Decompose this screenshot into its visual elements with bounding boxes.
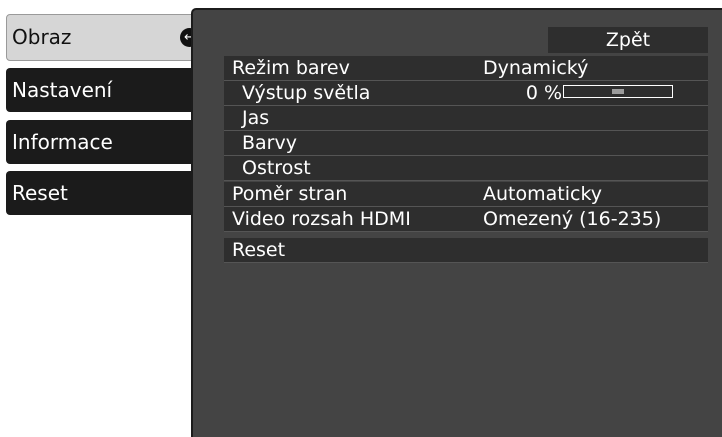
row-label: Ostrost <box>242 157 311 179</box>
row-value: Automaticky <box>483 183 603 205</box>
row-label: Barvy <box>242 132 297 154</box>
tab-nastaveni[interactable]: Nastavení <box>6 68 192 112</box>
row-label: Video rozsah HDMI <box>232 208 411 230</box>
tab-informace[interactable]: Informace <box>6 120 192 164</box>
menu-row-hdmi-range[interactable]: Video rozsah HDMI Omezený (16-235) <box>224 207 708 232</box>
back-button[interactable]: Zpět <box>548 27 708 53</box>
menu-row-sharpness[interactable]: Ostrost <box>224 156 708 181</box>
row-label: Výstup světla <box>242 82 371 104</box>
tab-reset[interactable]: Reset <box>6 171 192 215</box>
tab-label: Nastavení <box>12 78 113 102</box>
tab-obraz[interactable]: Obraz ↵ <box>6 14 206 61</box>
row-label: Reset <box>232 239 286 261</box>
menu-row-color-mode[interactable]: Režim barev Dynamický <box>224 56 708 81</box>
menu-row-aspect-ratio[interactable]: Poměr stran Automaticky <box>224 182 708 207</box>
row-label: Jas <box>242 107 270 129</box>
menu-row-brightness[interactable]: Jas <box>224 106 708 131</box>
menu-row-reset[interactable]: Reset <box>224 238 708 263</box>
slider-thumb[interactable] <box>612 89 624 94</box>
menu-row-light-output[interactable]: Výstup světla 0 % <box>224 81 708 106</box>
row-value: Omezený (16-235) <box>483 208 662 230</box>
row-label: Poměr stran <box>232 183 348 205</box>
row-label: Režim barev <box>232 57 350 79</box>
tab-label: Reset <box>12 181 68 205</box>
sidebar: Obraz ↵ Nastavení Informace Reset <box>0 0 206 437</box>
tab-label: Obraz <box>12 25 72 49</box>
tab-label: Informace <box>12 130 113 154</box>
menu-row-color[interactable]: Barvy <box>224 131 708 156</box>
row-value: 0 % <box>525 82 562 104</box>
light-output-slider[interactable] <box>563 85 673 98</box>
row-value: Dynamický <box>483 57 589 79</box>
